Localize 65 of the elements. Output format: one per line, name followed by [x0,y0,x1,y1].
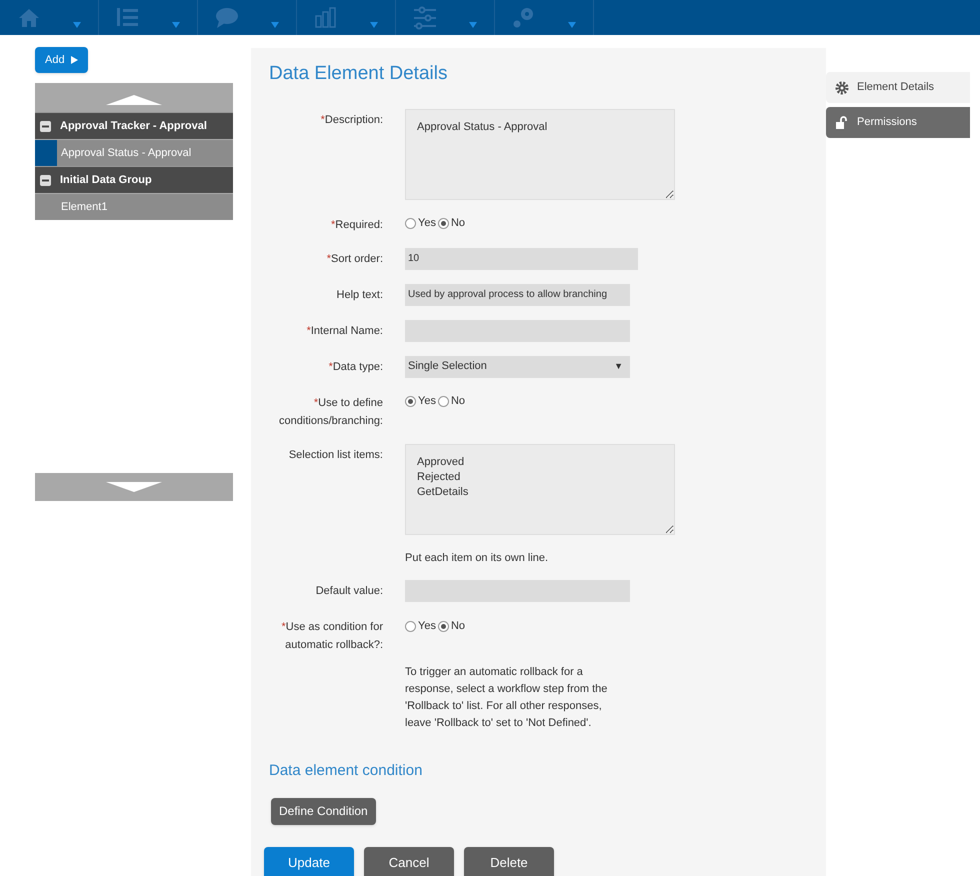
field-label: *Use to define conditions/branching: [278,396,383,428]
input-field[interactable] [405,580,630,602]
text-area[interactable]: Approval Status - Approval [405,108,675,200]
radio-label: No [450,618,466,634]
caret-icon [73,22,81,28]
field-label: Selection list items: [288,448,383,462]
radio-label: No [450,394,466,410]
note-text: To trigger an automatic rollback for a response, select a workflow step from the 'Rollback to' list. For all other responses, leave 'Rollback to' set to 'Not Defined'. [405,665,608,731]
field-label: *Use as condition for automatic rollback?: [280,620,383,653]
caret-icon [370,22,378,28]
radio-button[interactable] [405,620,416,632]
bar-chart-icon [313,4,339,30]
field-label: Help text: [336,288,383,302]
sliders-icon [412,4,438,30]
caret-icon [568,22,576,28]
add-button[interactable]: Add [35,47,88,73]
down-arrow-icon [106,482,162,492]
input-field[interactable] [405,320,630,342]
input-field[interactable]: 10 [405,248,638,270]
action-button[interactable]: Cancel [364,846,454,876]
caret-icon [271,22,279,28]
text-area[interactable]: Approved Rejected GetDetails [405,444,675,534]
play-arrow-icon [70,56,78,64]
radio-button[interactable] [438,620,449,632]
collapse-icon[interactable] [40,174,51,186]
field-label: Default value: [314,584,383,599]
scroll-down-button[interactable] [35,473,233,501]
field-label: *Sort order: [326,252,383,266]
side-tab[interactable]: Permissions [826,107,970,138]
define-condition-button[interactable]: Define Condition [271,798,376,824]
group-label: Initial Data Group [60,172,152,188]
input-field[interactable]: Used by approval process to allow branching [405,284,630,306]
section-title: Data element condition [269,761,424,781]
hint-text: Put each item on its own line. [405,550,550,566]
radio-label: Yes [418,394,436,410]
field-label: *Internal Name: [306,324,383,338]
group-row[interactable]: Approval Tracker - Approval [35,112,233,139]
field-label: *Data type: [328,360,383,374]
action-button[interactable]: Delete [464,846,554,876]
radio-button[interactable] [405,218,416,229]
up-arrow-icon [106,95,162,105]
item-label: Approval Status - Approval [61,146,192,161]
item-label: Element1 [61,200,108,215]
radio-label: Yes [418,216,436,232]
side-tab[interactable]: Element Details [826,72,970,103]
group-label: Approval Tracker - Approval [60,118,207,134]
field-label: *Description: [320,112,383,128]
caret-icon [172,22,180,28]
tab-label: Element Details [857,80,934,96]
radio-button[interactable] [438,218,449,229]
radio-label: Yes [418,618,436,634]
gear-icon [835,80,849,94]
caret-icon [469,22,477,28]
collapse-icon[interactable] [40,120,51,132]
radio-button[interactable] [405,396,416,407]
dropdown[interactable]: Single Selection ▼ [405,356,630,378]
radio-label: No [450,216,466,232]
action-button[interactable]: Update [264,846,354,876]
tab-label: Permissions [857,115,917,130]
radio-button[interactable] [438,396,449,407]
unlocked-padlock-icon [835,116,849,130]
field-label: *Required: [330,218,383,232]
panel-title: Data Element Details [269,62,448,86]
group-row[interactable]: Initial Data Group [35,166,233,193]
scroll-up-button[interactable] [35,83,233,112]
